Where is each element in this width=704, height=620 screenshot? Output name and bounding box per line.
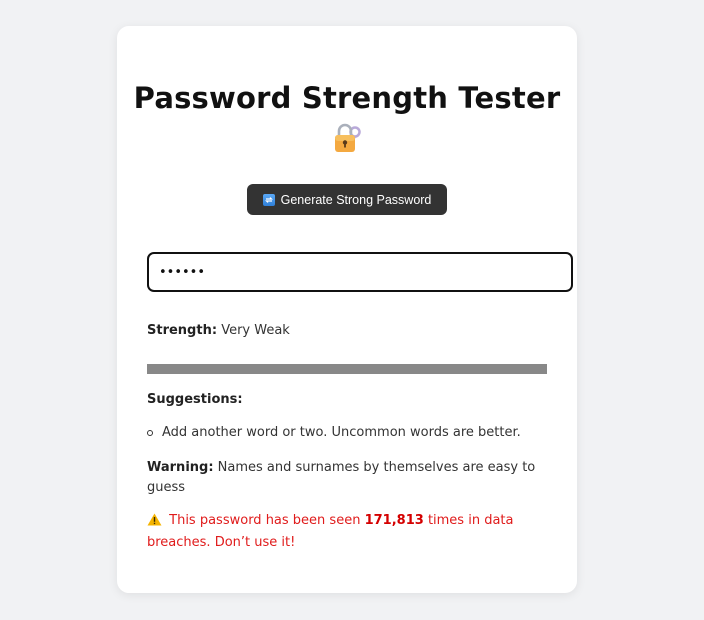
password-input[interactable] (147, 252, 573, 292)
strength-value: Very Weak (221, 323, 290, 338)
refresh-icon (262, 193, 275, 206)
page-title: Password Strength Tester (133, 81, 561, 115)
suggestions-list: Add another word or two. Uncommon words … (147, 425, 521, 440)
suggestion-text: Add another word or two. Uncommon words … (162, 425, 521, 440)
strength-label: Strength: (147, 323, 218, 338)
list-item: Add another word or two. Uncommon words … (147, 425, 521, 440)
warning-label: Warning: (147, 460, 214, 475)
warning-icon (147, 513, 162, 533)
password-tester-card: Password Strength Tester Generate Strong… (117, 26, 577, 593)
lock-with-key-icon (331, 122, 363, 154)
generate-password-button[interactable]: Generate Strong Password (247, 184, 447, 215)
breach-prefix: This password has been seen (169, 513, 361, 528)
strength-line: Strength: Very Weak (147, 323, 290, 338)
circle-bullet-icon (147, 430, 153, 436)
warning-message: Warning: Names and surnames by themselve… (147, 458, 537, 498)
generate-password-label: Generate Strong Password (280, 192, 432, 207)
strength-meter-fill (147, 364, 547, 374)
strength-meter (147, 364, 547, 374)
suggestions-heading: Suggestions: (147, 392, 243, 407)
breach-count: 171,813 (364, 513, 424, 528)
breach-alert: This password has been seen 171,813 time… (147, 511, 537, 553)
